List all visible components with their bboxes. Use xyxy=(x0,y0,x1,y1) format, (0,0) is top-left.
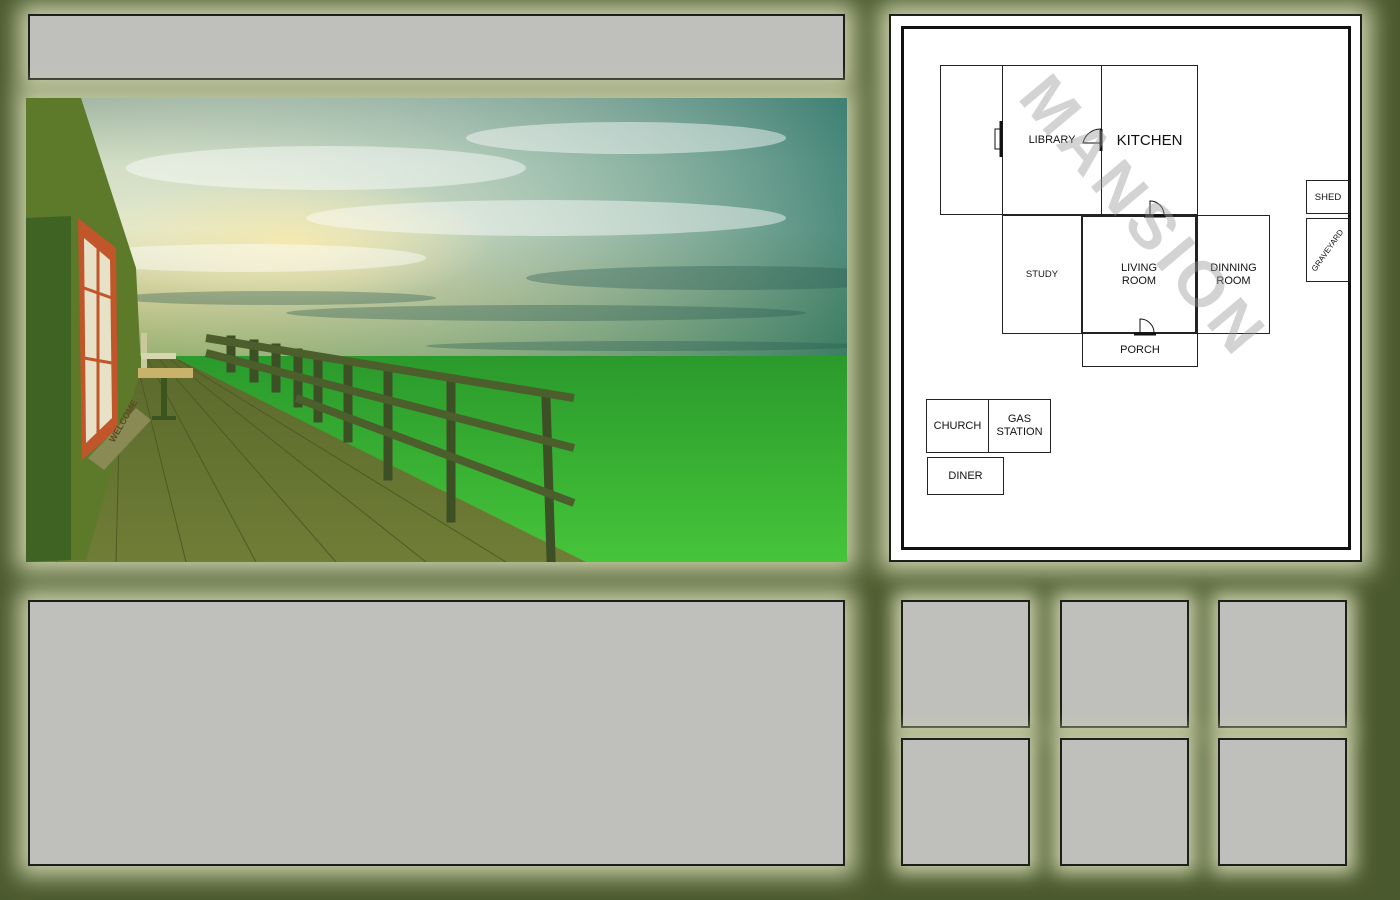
room-gas-station[interactable]: GAS STATION xyxy=(988,399,1051,453)
porch-label: PORCH xyxy=(1120,343,1160,356)
dialogue-text-box xyxy=(28,600,845,866)
living-room-label: LIVING ROOM xyxy=(1120,261,1158,287)
gas-station-label: GAS STATION xyxy=(996,413,1043,438)
kitchen-label: KITCHEN xyxy=(1116,131,1183,149)
map-panel: LIBRARY KITCHEN STUDY LIVING ROOM DINNIN… xyxy=(889,14,1362,562)
room-study[interactable]: STUDY xyxy=(1002,215,1082,334)
shed-label: SHED xyxy=(1314,191,1342,203)
inventory-slot-5[interactable] xyxy=(1060,738,1189,866)
dinning-room-label: DINNING ROOM xyxy=(1210,261,1257,287)
inventory-slot-1[interactable] xyxy=(901,600,1030,728)
inventory-slot-4[interactable] xyxy=(901,738,1030,866)
title-bar xyxy=(28,14,845,80)
room-diner[interactable]: DINER xyxy=(927,457,1004,495)
inventory-slot-6[interactable] xyxy=(1218,738,1347,866)
library-east-door-icon xyxy=(1082,128,1103,151)
library-west-door-icon xyxy=(994,121,1003,157)
room-dinning-room[interactable]: DINNING ROOM xyxy=(1197,215,1270,334)
room-shed[interactable]: SHED xyxy=(1306,180,1350,214)
study-label: STUDY xyxy=(1025,269,1059,280)
kitchen-door-icon xyxy=(1144,200,1166,218)
scene-view[interactable]: WELCOME xyxy=(26,98,847,562)
diner-label: DINER xyxy=(948,469,983,482)
room-graveyard[interactable]: GRAVEYARD xyxy=(1306,218,1350,282)
church-label: CHURCH xyxy=(933,419,982,432)
inventory-slot-2[interactable] xyxy=(1060,600,1189,728)
room-porch[interactable]: PORCH xyxy=(1082,333,1198,367)
graveyard-label: GRAVEYARD xyxy=(1310,227,1346,273)
library-label: LIBRARY xyxy=(1028,133,1076,146)
porch-scene-image: WELCOME xyxy=(26,98,847,562)
inventory-slot-3[interactable] xyxy=(1218,600,1347,728)
room-kitchen[interactable]: KITCHEN xyxy=(1101,65,1198,215)
porch-door-icon xyxy=(1134,318,1156,336)
room-church[interactable]: CHURCH xyxy=(926,399,989,453)
map-frame: LIBRARY KITCHEN STUDY LIVING ROOM DINNIN… xyxy=(901,26,1351,550)
